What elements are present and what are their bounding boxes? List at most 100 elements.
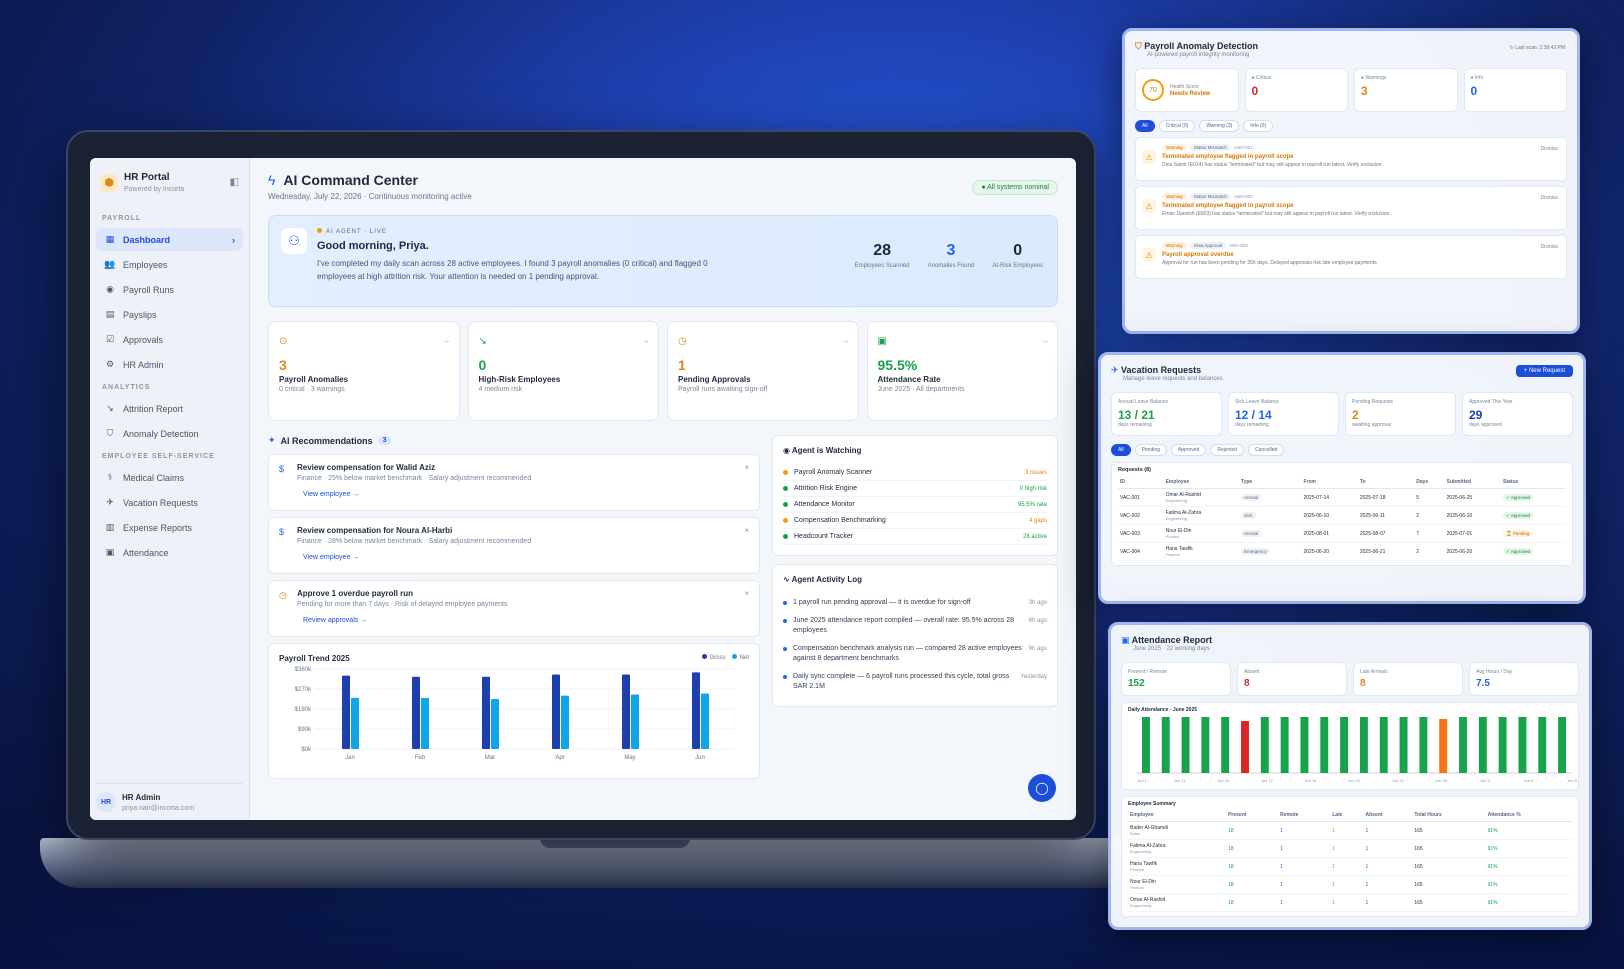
sidebar-item-label: Vacation Requests (123, 497, 198, 508)
status-dot-icon (783, 518, 788, 523)
sidebar-item-payroll-runs[interactable]: ◉ Payroll Runs (96, 278, 243, 301)
warning-icon: ⚠ (1142, 150, 1156, 164)
table-row[interactable]: VAC-003 Nour El-Din Product Annual 2025-08-0… (1118, 524, 1566, 543)
filter-rejected[interactable]: Rejected (1210, 444, 1245, 456)
col-absent: Absent (1363, 809, 1413, 822)
filter-cancelled[interactable]: Cancelled (1248, 444, 1285, 456)
cell-late: 1 (1330, 893, 1364, 912)
review-approvals-link[interactable]: Review approvals → (303, 617, 749, 624)
cell-pct: 91% (1485, 893, 1572, 912)
table-row[interactable]: Bader Al-Ghamdi Sales 18 1 1 1 165 91% (1128, 821, 1572, 840)
table-row[interactable]: VAC-001 Omar Al-Rashid Engineering Annual 20… (1118, 488, 1566, 507)
sidebar-item-label: Expense Reports (123, 522, 193, 533)
table-row[interactable]: Nour El-Din Product 18 1 1 1 165 91% (1128, 875, 1572, 894)
daily-bar (1518, 717, 1527, 773)
view-employee-link[interactable]: View employee → (303, 491, 749, 498)
cell-status: ✓ Approved (1501, 506, 1566, 525)
log-item: June 2025 attendance report compiled — o… (783, 612, 1047, 640)
dismiss-button[interactable]: Dismiss (1541, 195, 1559, 201)
sidebar-item-attendance[interactable]: ▣ Attendance (96, 541, 243, 564)
trend-icon: ↘ (478, 336, 487, 347)
filter-approved[interactable]: Approved (1170, 444, 1207, 456)
sidebar-item-vacation[interactable]: ✈ Vacation Requests (96, 491, 243, 514)
table-row[interactable]: Hana Tawfik Finance 18 1 1 1 165 91% (1128, 857, 1572, 876)
sidebar-item-approvals[interactable]: ☑ Approvals (96, 328, 243, 351)
sidebar-item-medical[interactable]: ⚕ Medical Claims (96, 466, 243, 489)
sidebar-item-attrition[interactable]: ↘ Attrition Report (96, 397, 243, 420)
cell-to: 2025-06-11 (1357, 506, 1415, 525)
tile-sub: awaiting approval (1352, 422, 1391, 428)
kpi-high-risk[interactable]: ↘ → 0 High-Risk Employees 4 medium risk (467, 321, 659, 421)
close-icon[interactable]: × (744, 526, 749, 535)
sidebar-item-hr-admin[interactable]: ⚙ HR Admin (96, 353, 243, 376)
kpi-attendance[interactable]: ▣ → 95.5% Attendance Rate June 2025 · All de… (866, 321, 1058, 421)
kpi-payroll-anomalies[interactable]: ⊙ → 3 Payroll Anomalies 0 critical · 3 warni… (268, 321, 460, 421)
cell-days: 5 (1414, 488, 1445, 507)
sidebar-item-payslips[interactable]: ▤ Payslips (96, 303, 243, 326)
cell-type: Emergency (1239, 542, 1302, 561)
kpi-value: 0 (478, 357, 487, 373)
x-tick-label: Jun (695, 755, 705, 761)
sidebar-item-label: Attrition Report (123, 403, 184, 414)
y-tick-label: $270k (295, 687, 312, 693)
table-row[interactable]: Fatima Al-Zahra Engineering 18 1 1 1 165 91% (1128, 839, 1572, 858)
type-badge: Status Mismatch (1189, 144, 1231, 151)
trend-down-icon: ↘ (106, 403, 114, 413)
status-text: All systems nominal (987, 184, 1049, 191)
x-tick-label: Jun 1 (1137, 778, 1148, 783)
cell-late: 1 (1330, 821, 1364, 840)
log-item: Compensation benchmark analysis run — co… (783, 640, 1047, 668)
chat-button[interactable]: ◯ (1028, 774, 1056, 802)
hero-stats: 28 Employees Scanned 3 Anomalies Found 0 At… (855, 242, 1043, 269)
anomaly-desc: Eman Darwish (E603) has status "terminat… (1162, 211, 1391, 217)
sidebar-item-expense[interactable]: ▥ Expense Reports (96, 516, 243, 539)
cell-hours: 165 (1412, 875, 1486, 894)
x-tick-label: Jun 16 (1217, 778, 1230, 783)
cell-present: 18 (1226, 839, 1279, 858)
type-badge: Sick (1241, 511, 1256, 519)
daily-chart-svg: Jun 1 Jun 11 Jun 16 Jun 17 Jun 18 Jun 22 Jun 2… (1136, 717, 1578, 783)
collapse-sidebar-icon[interactable]: ◧ (230, 177, 239, 188)
daily-bar (1478, 717, 1487, 773)
page-header: ϟ AI Command Center (268, 172, 1058, 188)
bar-net (491, 699, 499, 749)
sidebar-item-anomaly[interactable]: ⛉ Anomaly Detection (96, 422, 243, 445)
bar-gross (342, 675, 350, 749)
dismiss-button[interactable]: Dismiss (1541, 146, 1559, 152)
filter-all[interactable]: All (1135, 120, 1155, 132)
shield-icon: ⛉ (106, 428, 114, 438)
last-scan[interactable]: ↻ Last scan: 2:38:43 PM (1510, 45, 1565, 51)
new-request-button[interactable]: + New Request (1515, 365, 1573, 377)
filter-warning[interactable]: Warning (3) (1199, 120, 1240, 132)
dismiss-button[interactable]: Dismiss (1541, 244, 1559, 250)
employee-dept: Product (1130, 885, 1144, 890)
col-days: Days (1414, 476, 1445, 489)
close-icon[interactable]: × (744, 589, 749, 598)
log-text: June 2025 attendance report compiled — o… (793, 617, 1015, 634)
table-row[interactable]: Omar Al-Rashid Engineering 18 1 1 1 165 91% (1128, 893, 1572, 912)
status-badge: ✓ Approved (1503, 547, 1534, 555)
bar-gross (412, 676, 420, 749)
sidebar-item-employees[interactable]: 👥 Employees (96, 253, 243, 276)
daily-bar (1300, 717, 1309, 773)
kpi-pending-approvals[interactable]: ◷ → 1 Pending Approvals Payroll runs awaitin… (667, 321, 859, 421)
filter-info[interactable]: Info (0) (1243, 120, 1274, 132)
view-employee-link[interactable]: View employee → (303, 554, 749, 561)
table-row[interactable]: VAC-004 Hana Tawfik Finance Emergency 2025-0… (1118, 542, 1566, 561)
log-text: Compensation benchmark analysis run — co… (793, 645, 1022, 662)
kpi-sub: Payroll runs awaiting sign-off (678, 386, 768, 393)
stat-value: 0 (1013, 242, 1023, 259)
table-row[interactable]: VAC-002 Fatima Al-Zahra Engineering Sick 202… (1118, 506, 1566, 525)
close-icon[interactable]: × (744, 463, 749, 472)
filter-pending[interactable]: Pending (1134, 444, 1167, 456)
employee-dept: Engineering (1130, 849, 1152, 854)
tile-value: 12 / 14 (1235, 408, 1272, 422)
watch-status: 28 active (1022, 533, 1047, 540)
filter-critical[interactable]: Critical (0) (1158, 120, 1196, 132)
sidebar-item-dashboard[interactable]: ▦ Dashboard › (96, 228, 243, 251)
status-badge: ● All systems nominal (972, 180, 1058, 195)
cell-employee: Fatima Al-Zahra Engineering (1163, 506, 1240, 525)
user-profile[interactable]: HR HR Admin priya.nair@incorta.com (96, 783, 243, 812)
filter-all[interactable]: All (1111, 444, 1131, 456)
rec-sub: Pending for more than 7 days · Risk of d… (297, 601, 508, 608)
